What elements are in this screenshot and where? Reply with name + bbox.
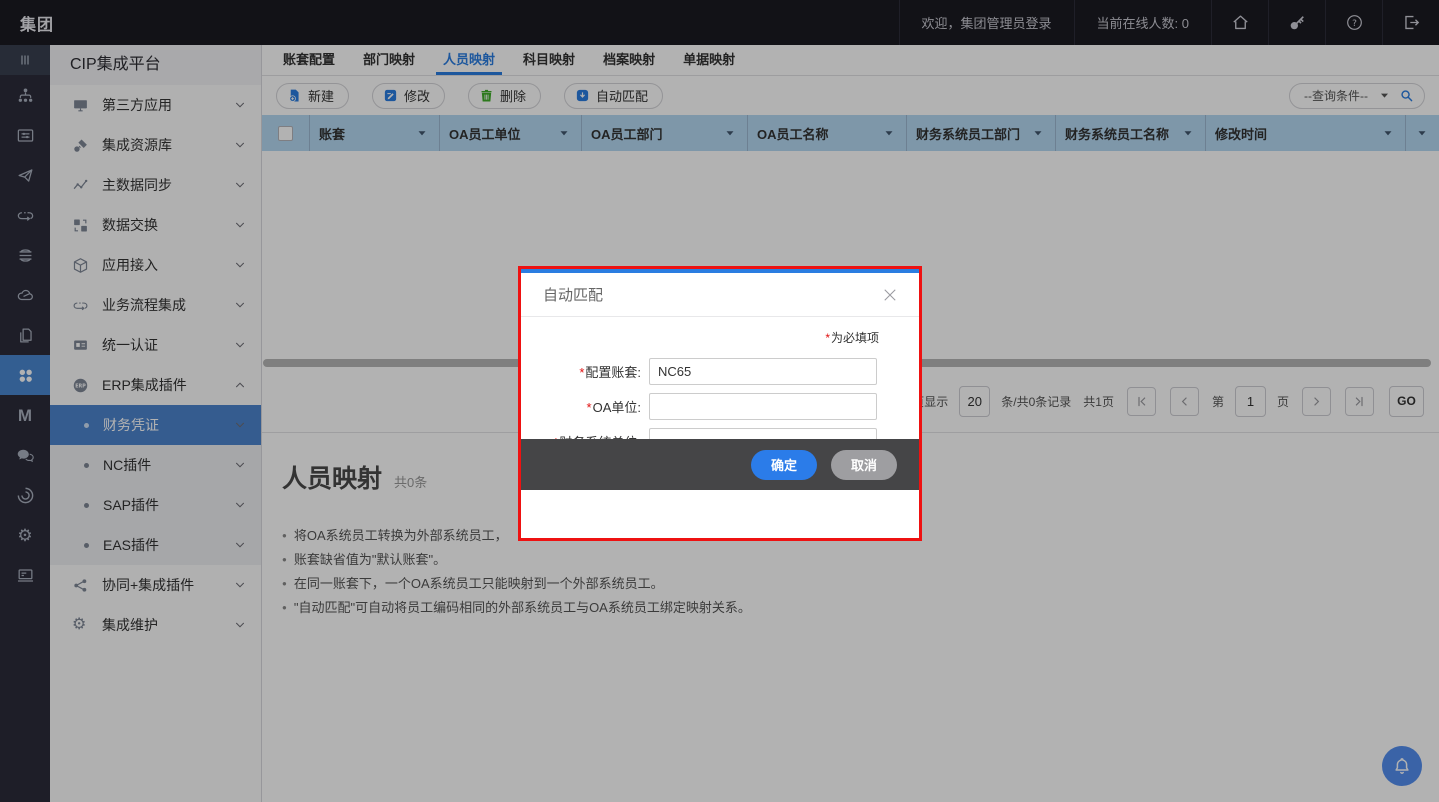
confirm-button[interactable]: 确定	[751, 450, 817, 480]
app-window: 集团 欢迎，集团管理员登录 当前在线人数: 0 ?	[0, 0, 1439, 802]
field-label: *OA单位:	[521, 397, 649, 416]
required-star: *	[825, 331, 830, 345]
form-row: *配置账套:	[521, 358, 919, 385]
field-label: *配置账套:	[521, 362, 649, 381]
form-row: *OA单位:	[521, 393, 919, 420]
cancel-button[interactable]: 取消	[831, 450, 897, 480]
auto-match-dialog: 自动匹配 *为必填项 *配置账套: *OA单位: *财务系统单位:	[518, 266, 922, 541]
dialog-footer: 确定 取消	[521, 439, 919, 490]
field-input[interactable]	[649, 393, 877, 420]
dialog-header: 自动匹配	[521, 273, 919, 317]
field-input[interactable]	[649, 358, 877, 385]
dialog-body: *为必填项 *配置账套: *OA单位: *财务系统单位: 确定 取消	[521, 317, 919, 490]
close-icon[interactable]	[879, 284, 901, 306]
required-note: *为必填项	[521, 329, 919, 346]
dialog-title: 自动匹配	[543, 284, 603, 305]
